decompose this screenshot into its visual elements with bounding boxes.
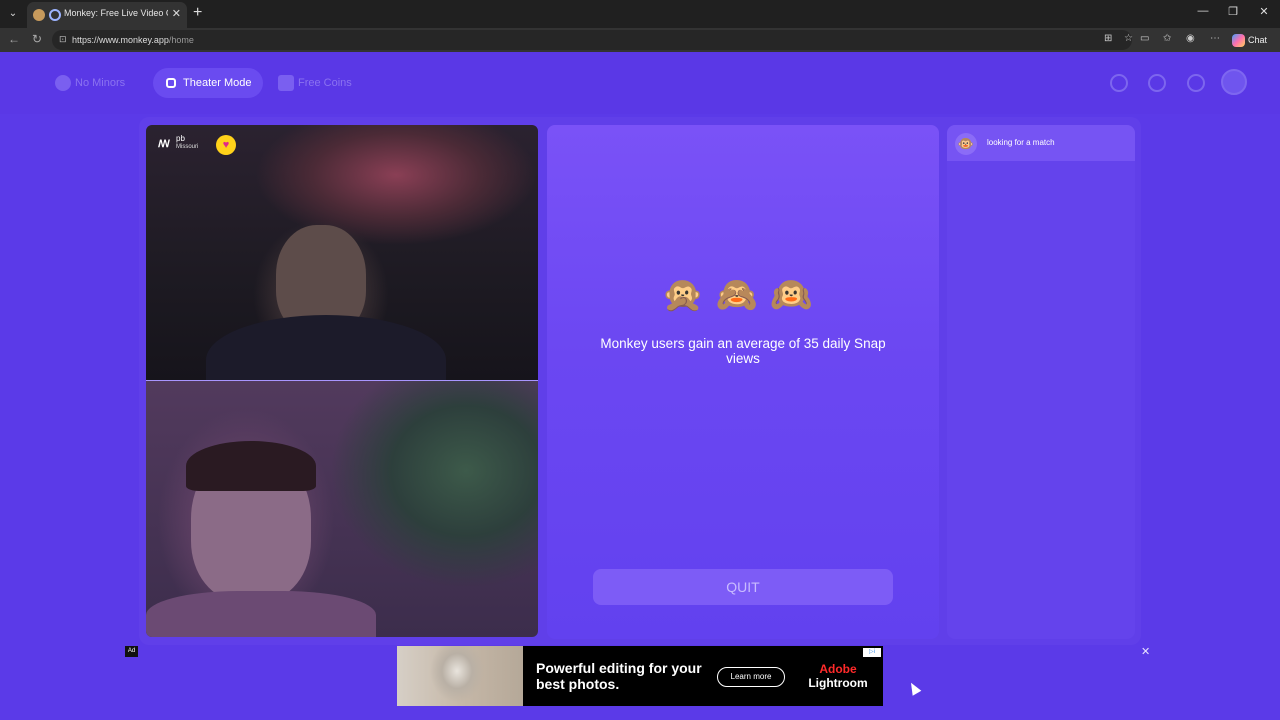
ad-headline: Powerful editing for your best photos. — [536, 660, 702, 692]
app-icon[interactable]: ⊞ — [1104, 33, 1112, 44]
partner-video: ꟿ pb Missouri ♥ — [146, 125, 538, 381]
address-bar[interactable]: ⊡ https://www.monkey.app/home — [52, 30, 1132, 50]
restore-button[interactable]: ❐ — [1225, 5, 1241, 18]
close-window-button[interactable]: ✕ — [1256, 5, 1272, 18]
theater-mode-button[interactable]: Theater Mode — [153, 68, 264, 98]
address-toolbar: ← ↻ ⊡ https://www.monkey.app/home ⊞ ☆ ▭ … — [0, 28, 1280, 52]
monkey-avatar-icon: 🐵 — [955, 133, 977, 155]
recording-icon — [49, 9, 61, 21]
no-minors-label: No Minors — [75, 77, 126, 89]
self-cap — [186, 441, 316, 491]
quit-button[interactable]: QUIT — [593, 569, 893, 605]
heart-icon[interactable]: ♥ — [216, 135, 236, 155]
site-info-icon[interactable]: ⊡ — [59, 34, 67, 45]
tab-title: Monkey: Free Live Video Chat — [64, 8, 168, 18]
no-minors-button[interactable]: No Minors — [45, 68, 137, 98]
monkey-favicon-icon — [33, 9, 45, 21]
speak-no-evil-monkey-icon: 🙊 — [661, 276, 716, 314]
monkey-page: No Minors Theater Mode Free Coins ꟿ pb M… — [0, 52, 1280, 720]
messages-icon[interactable] — [1187, 74, 1205, 92]
coins-icon — [278, 75, 294, 91]
media-icon[interactable]: ▭ — [1140, 33, 1149, 44]
no-minors-icon — [55, 75, 71, 91]
copilot-chat-button[interactable]: Chat — [1232, 31, 1267, 49]
friends-icon[interactable] — [1110, 74, 1128, 92]
monkey-emojis: 🙊🙈🙉 — [547, 275, 939, 315]
self-hoodie — [146, 591, 376, 637]
tab-list-button[interactable]: ⌄ — [4, 5, 22, 23]
favorites-icon[interactable]: ✩ — [1163, 33, 1171, 44]
chat-status-bar: 🐵 looking for a match — [947, 125, 1135, 161]
partner-location: Missouri — [176, 144, 199, 150]
hear-no-evil-monkey-icon: 🙉 — [770, 276, 825, 314]
top-nav: No Minors Theater Mode Free Coins — [0, 52, 1280, 114]
favorite-star-icon[interactable]: ☆ — [1124, 33, 1133, 44]
ad-banner[interactable]: Powerful editing for your best photos. L… — [397, 646, 883, 706]
new-tab-button[interactable]: + — [193, 4, 202, 22]
chat-status-text: looking for a match — [987, 138, 1055, 147]
ad-choices-icon[interactable]: ▷i — [863, 648, 881, 657]
ad-learn-more-button[interactable]: Learn more — [717, 667, 785, 687]
free-coins-label: Free Coins — [298, 77, 352, 89]
see-no-evil-monkey-icon: 🙈 — [715, 276, 771, 314]
partner-logo: ꟿ — [158, 139, 170, 150]
tip-message: Monkey users gain an average of 35 daily… — [600, 336, 886, 366]
chat-panel: 🐵 looking for a match — [947, 125, 1135, 639]
ad-image — [397, 646, 523, 706]
tab-strip: ⌄ Monkey: Free Live Video Chat ✕ + — ❐ ✕ — [0, 0, 1280, 28]
partner-shirt — [206, 315, 446, 381]
self-video — [146, 381, 538, 637]
url-text: https://www.monkey.app/home — [72, 35, 194, 45]
profile-icon[interactable]: ◉ — [1186, 33, 1195, 44]
ad-brand-line2: Lightroom — [808, 676, 868, 690]
match-panel: 🙊🙈🙉 Monkey users gain an average of 35 d… — [547, 125, 939, 639]
ad-label: Ad — [125, 646, 138, 657]
back-icon[interactable]: ← — [8, 32, 20, 46]
browser-tab[interactable]: Monkey: Free Live Video Chat ✕ — [27, 2, 187, 28]
user-avatar[interactable] — [1221, 69, 1247, 95]
ad-brand-line1: Adobe — [819, 662, 857, 676]
more-icon[interactable]: ⋯ — [1210, 33, 1220, 44]
partner-name: pb — [176, 134, 185, 143]
refresh-icon[interactable]: ↻ — [32, 32, 42, 46]
history-icon[interactable] — [1148, 74, 1166, 92]
free-coins-button[interactable]: Free Coins — [268, 68, 364, 98]
copilot-icon — [1232, 34, 1245, 48]
browser-window: ⌄ Monkey: Free Live Video Chat ✕ + — ❐ ✕… — [0, 0, 1280, 720]
minimize-button[interactable]: — — [1195, 5, 1211, 17]
theater-mode-label: Theater Mode — [183, 77, 252, 89]
ad-close-icon[interactable]: ✕ — [1141, 645, 1150, 658]
ad-brand: Adobe Lightroom — [802, 662, 874, 690]
tab-close-icon[interactable]: ✕ — [172, 7, 181, 20]
expand-icon — [166, 78, 176, 88]
mouse-cursor — [906, 680, 922, 696]
